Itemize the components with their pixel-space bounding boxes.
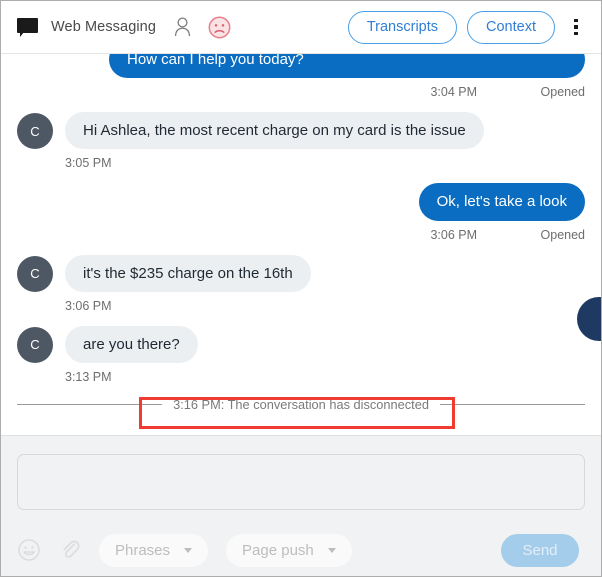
web-messaging-window: Web Messaging Transcripts Context How ca… (0, 0, 602, 577)
message-composer: Phrases Page push Send (1, 435, 601, 576)
message-time: 3:05 PM (65, 156, 112, 171)
avatar: C (17, 255, 53, 292)
message-bubble-incoming: Hi Ashlea, the most recent charge on my … (65, 112, 484, 150)
message-input[interactable] (17, 454, 585, 510)
message-status: Opened (540, 227, 585, 242)
message-row: Ok, let's take a look (17, 183, 585, 221)
sad-face-icon[interactable] (208, 16, 231, 39)
message-time: 3:06 PM (65, 298, 112, 313)
message-meta: 3:06 PM (17, 299, 585, 313)
message-time: 3:06 PM (430, 227, 477, 242)
system-event-text: 3:16 PM: The conversation has disconnect… (173, 396, 429, 412)
emoji-smiley-icon[interactable] (17, 538, 41, 562)
composer-toolbar: Phrases Page push Send (17, 510, 585, 576)
kebab-menu-icon[interactable] (563, 12, 589, 42)
message-meta: 3:06 PM Opened (17, 228, 585, 242)
send-button[interactable]: Send (501, 533, 579, 567)
message-bubble-incoming: it's the $235 charge on the 16th (65, 254, 311, 292)
context-button[interactable]: Context (467, 10, 555, 44)
message-bubble-outgoing: Ok, let's take a look (418, 183, 585, 221)
page-push-label: Page push (242, 541, 314, 559)
message-meta: 3:13 PM (17, 370, 585, 384)
divider-line-left (17, 403, 163, 405)
page-title: Web Messaging (51, 19, 157, 35)
phrases-dropdown[interactable]: Phrases (99, 533, 209, 567)
conversation-header: Web Messaging Transcripts Context (1, 1, 601, 54)
divider-line-right (439, 403, 586, 405)
message-row: C Hi Ashlea, the most recent charge on m… (17, 112, 585, 150)
message-row: How can I help you today? (17, 54, 585, 79)
avatar: C (17, 113, 53, 150)
avatar: C (17, 326, 53, 363)
chat-bubble-icon (17, 18, 38, 37)
message-bubble-outgoing: How can I help you today? (109, 54, 585, 79)
phrases-label: Phrases (115, 541, 171, 559)
message-time: 3:13 PM (65, 369, 112, 384)
chevron-down-icon (184, 547, 193, 553)
message-time: 3:04 PM (430, 85, 477, 100)
transcripts-button[interactable]: Transcripts (347, 10, 458, 44)
message-meta: 3:04 PM Opened (17, 85, 585, 99)
message-row: C it's the $235 charge on the 16th (17, 254, 585, 292)
message-meta: 3:05 PM (17, 156, 585, 170)
chevron-down-icon (327, 547, 336, 553)
system-event-row: 3:16 PM: The conversation has disconnect… (17, 396, 586, 412)
message-row: C are you there? (17, 325, 585, 363)
paperclip-icon[interactable] (59, 538, 81, 562)
conversation-transcript: How can I help you today? 3:04 PM Opened… (1, 54, 601, 435)
message-list: How can I help you today? 3:04 PM Opened… (1, 54, 601, 412)
person-icon[interactable] (174, 17, 191, 37)
message-bubble-incoming: are you there? (65, 325, 198, 363)
message-status: Opened (540, 85, 585, 100)
page-push-dropdown[interactable]: Page push (226, 533, 352, 567)
